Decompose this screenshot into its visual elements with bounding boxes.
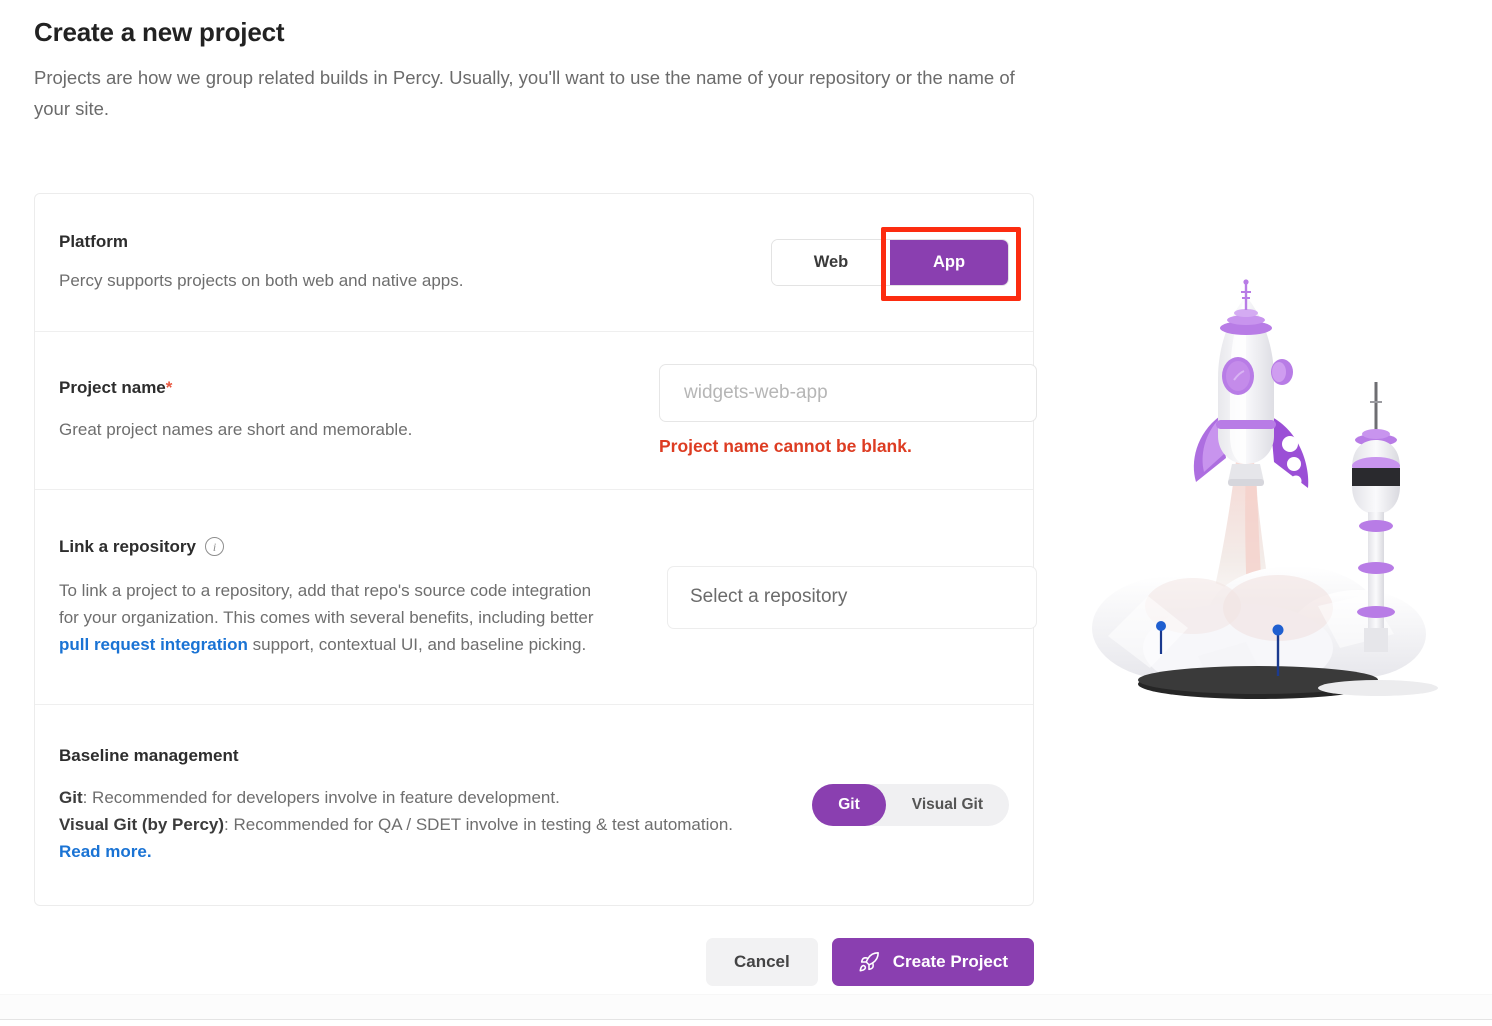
create-project-form-card: Platform Percy supports projects on both… xyxy=(34,193,1037,906)
baseline-toggle-control: Git Visual Git xyxy=(812,784,1009,826)
repository-label-group: Link a repository i To link a project to… xyxy=(59,537,659,658)
link-repository-label: Link a repository i xyxy=(59,537,639,557)
read-more-link[interactable]: Read more. xyxy=(59,842,152,861)
platform-control-group: Web App xyxy=(659,239,1009,286)
baseline-git-term: Git xyxy=(59,787,83,807)
platform-help-text: Percy supports projects on both web and … xyxy=(59,270,464,290)
baseline-option-git[interactable]: Git xyxy=(812,784,886,826)
create-project-page: Create a new project Projects are how we… xyxy=(0,0,1492,1026)
repository-control-group: Select a repository xyxy=(659,565,1037,629)
form-row-baseline-management: Baseline management Git: Recommended for… xyxy=(35,705,1033,905)
baseline-git-description: : Recommended for developers involve in … xyxy=(82,787,560,807)
page-subtitle: Projects are how we group related builds… xyxy=(34,67,1015,119)
platform-option-web[interactable]: Web xyxy=(772,240,890,285)
baseline-label-group: Baseline management Git: Recommended for… xyxy=(59,746,799,865)
create-project-button-label: Create Project xyxy=(892,952,1008,971)
create-project-button[interactable]: Create Project xyxy=(831,938,1034,986)
project-name-help-text: Great project names are short and memora… xyxy=(59,420,413,439)
baseline-help-text: Git: Recommended for developers involve … xyxy=(59,784,739,865)
baseline-management-label: Baseline management xyxy=(59,745,239,765)
platform-label: Platform xyxy=(59,231,128,251)
cancel-button[interactable]: Cancel xyxy=(705,938,818,986)
page-title: Create a new project xyxy=(34,17,285,47)
platform-segmented-control: Web App xyxy=(771,239,1009,286)
baseline-control-group: Git Visual Git xyxy=(799,784,1009,826)
repository-help-part1: To link a project to a repository, add t… xyxy=(59,580,594,627)
form-row-project-name: Project name * Great project names are sh… xyxy=(35,332,1037,490)
project-name-label-text: Project name xyxy=(59,378,166,397)
project-name-control-group: Project name cannot be blank. xyxy=(659,364,1037,457)
page-footer-separator xyxy=(0,994,1492,1020)
project-name-error-message: Project name cannot be blank. xyxy=(659,436,912,456)
form-actions: Cancel Create Project xyxy=(34,938,1034,986)
platform-option-app[interactable]: App xyxy=(890,240,1008,285)
rocket-launch-illustration xyxy=(1078,276,1478,706)
platform-label-group: Platform Percy supports projects on both… xyxy=(59,232,659,294)
rocket-icon xyxy=(858,951,880,973)
project-name-input[interactable] xyxy=(659,364,1037,422)
link-repository-label-text: Link a repository xyxy=(59,536,196,556)
pull-request-integration-link[interactable]: pull request integration xyxy=(59,635,248,654)
baseline-option-visual-git[interactable]: Visual Git xyxy=(886,784,1009,826)
form-row-platform: Platform Percy supports projects on both… xyxy=(35,194,1033,332)
baseline-visual-git-description: : Recommended for QA / SDET involve in t… xyxy=(224,814,734,834)
repository-help-part2: support, contextual UI, and baseline pic… xyxy=(247,634,587,654)
repository-select[interactable]: Select a repository xyxy=(667,565,1037,629)
project-name-label-group: Project name * Great project names are sh… xyxy=(59,378,659,443)
repository-select-placeholder: Select a repository xyxy=(690,586,848,607)
project-name-label: Project name * xyxy=(59,378,659,398)
info-circle-icon[interactable]: i xyxy=(204,537,224,556)
form-row-link-repository: Link a repository i To link a project to… xyxy=(35,490,1037,705)
required-asterisk: * xyxy=(165,378,173,397)
repository-help-text: To link a project to a repository, add t… xyxy=(59,577,599,658)
baseline-visual-git-term: Visual Git (by Percy) xyxy=(59,814,225,834)
